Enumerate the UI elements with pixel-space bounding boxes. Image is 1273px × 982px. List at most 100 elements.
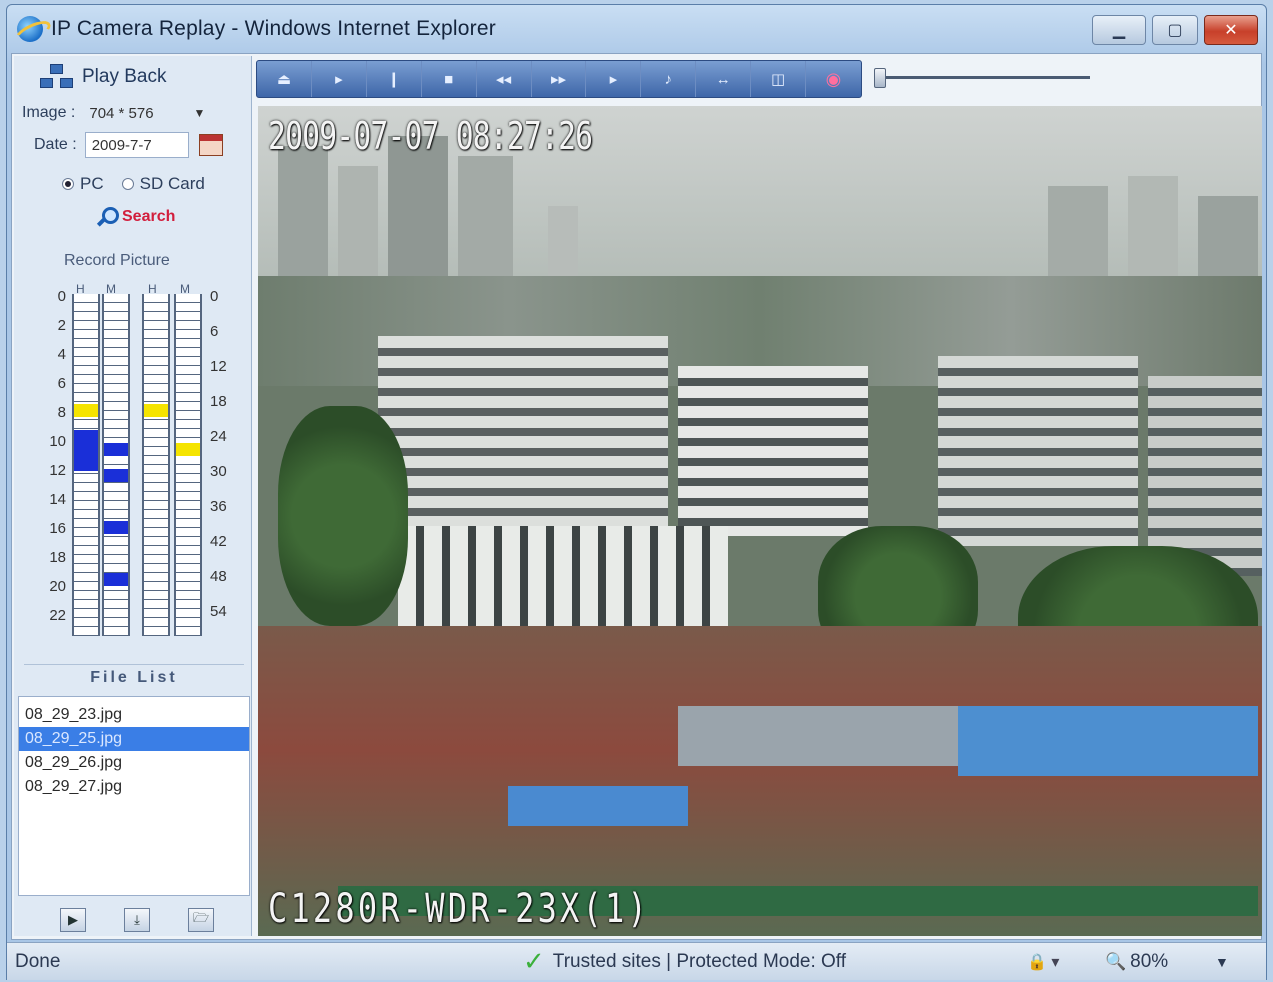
security-zone[interactable]: ✓ Trusted sites | Protected Mode: Off [523, 946, 846, 977]
popup-settings-icon[interactable]: 🔒 ▾ [1027, 952, 1059, 972]
network-cameras-icon [40, 64, 74, 90]
play-file-icon[interactable]: ▶ [60, 908, 86, 932]
timeline-track-m1[interactable] [102, 294, 130, 636]
video-blue-roof [958, 706, 1258, 776]
open-icon[interactable]: ⏏ [257, 61, 312, 97]
file-list-item[interactable]: 08_29_25.jpg [19, 727, 249, 751]
record-icon[interactable]: ◉ [806, 61, 861, 97]
image-size-select[interactable]: 704 * 576 ▼ [83, 100, 211, 126]
video-timestamp: 2009-07-07 08:27:26 [268, 114, 593, 158]
recording-mark[interactable] [104, 443, 128, 456]
playback-header: Play Back [40, 64, 166, 90]
checkmark-icon: ✓ [523, 946, 545, 976]
hour-tick-label: 14 [49, 491, 66, 508]
rewind-icon[interactable]: ◂◂ [477, 61, 532, 97]
pause-icon[interactable]: ❙ [367, 61, 422, 97]
recording-mark[interactable] [176, 443, 200, 456]
hour-tick-label: 20 [49, 578, 66, 595]
file-list-item[interactable]: 08_29_26.jpg [19, 751, 249, 775]
timeline-track-h2[interactable] [142, 294, 170, 636]
title-bar: IP Camera Replay - Windows Internet Expl… [7, 5, 1266, 53]
date-input[interactable]: 2009-7-7 [84, 132, 189, 158]
maximize-button[interactable]: ▢ [1152, 15, 1198, 45]
file-list-item[interactable]: 08_29_27.jpg [19, 775, 249, 799]
recording-mark[interactable] [144, 404, 168, 417]
internet-explorer-icon [17, 16, 43, 42]
hour-tick-label: 22 [49, 607, 66, 624]
zoom-dropdown-icon[interactable]: ▼ [1215, 954, 1229, 970]
recording-mark[interactable] [104, 469, 128, 482]
minimize-button[interactable]: ▁ [1092, 15, 1146, 45]
hour-tick-label: 0 [57, 288, 66, 305]
video-building [678, 366, 868, 536]
search-icon [96, 206, 119, 228]
hour-tick-label: 4 [57, 346, 66, 363]
playback-slider[interactable] [872, 68, 1262, 94]
play-icon[interactable]: ▸ [312, 61, 367, 97]
hour-tick-label: 12 [49, 462, 66, 479]
hour-tick-label: 18 [49, 549, 66, 566]
video-building [398, 526, 728, 636]
minute-tick-label: 36 [210, 498, 227, 515]
security-zone-text: Trusted sites | Protected Mode: Off [552, 950, 847, 972]
slider-thumb[interactable] [874, 68, 886, 88]
fast-forward-icon[interactable]: ▸▸ [532, 61, 587, 97]
camera-label: C1280R-WDR-23X(1) [268, 886, 650, 932]
calendar-icon[interactable] [198, 134, 223, 156]
image-size-row: Image : 704 * 576 ▼ [22, 100, 211, 126]
hour-tick-label: 10 [49, 433, 66, 450]
date-value: 2009-7-7 [91, 136, 152, 154]
volume-icon[interactable]: ♪ [641, 61, 697, 97]
status-text: Done [15, 950, 61, 972]
timeline-track-h1[interactable] [72, 294, 100, 636]
zoom-icon[interactable]: ↔ [696, 61, 752, 97]
timeline-track-m2[interactable] [174, 294, 202, 636]
recording-mark[interactable] [104, 573, 128, 586]
minute-tick-label: 0 [210, 288, 219, 305]
hour-tick-label: 16 [49, 520, 66, 537]
search-button[interactable]: Search [96, 206, 175, 228]
sd-card-radio[interactable] [121, 178, 134, 190]
hour-tick-label: 6 [57, 375, 66, 392]
pc-radio[interactable] [62, 178, 74, 190]
minute-tick-label: 12 [210, 358, 227, 375]
image-size-value: 704 * 576 [89, 104, 154, 122]
file-list-title: File List [24, 664, 244, 688]
minute-tick-label: 54 [210, 603, 227, 620]
slider-track [880, 76, 1090, 79]
minute-tick-label: 24 [210, 428, 227, 445]
file-actions: ▶ ⤓ 🗁 [60, 908, 214, 932]
minute-tick-label: 30 [210, 463, 227, 480]
file-list-item[interactable]: 08_29_23.jpg [19, 703, 249, 727]
zoom-icon: 🔍 [1105, 951, 1127, 971]
date-row: Date : 2009-7-7 [34, 132, 223, 158]
date-label: Date : [34, 136, 77, 153]
zoom-control[interactable]: 🔍 80% [1105, 951, 1168, 973]
download-icon[interactable]: ⤓ [124, 908, 150, 932]
recording-mark[interactable] [74, 430, 98, 471]
window-controls: ▁ ▢ ✕ [1092, 15, 1258, 45]
video-building [678, 706, 978, 766]
hour-tick-label: 8 [57, 404, 66, 421]
snapshot-icon[interactable]: ◫ [751, 61, 807, 97]
storage-radio-group: PC SD Card [62, 174, 205, 194]
status-bar: Done ✓ Trusted sites | Protected Mode: O… [7, 942, 1266, 980]
browser-window: IP Camera Replay - Windows Internet Expl… [6, 4, 1267, 980]
recording-mark[interactable] [74, 404, 98, 417]
minute-tick-label: 6 [210, 323, 219, 340]
playback-panel: Play Back Image : 704 * 576 ▼ Date : 200… [14, 56, 252, 936]
record-picture-title: Record Picture [64, 252, 170, 269]
hour-tick-label: 2 [57, 317, 66, 334]
minute-tick-label: 48 [210, 568, 227, 585]
minute-tick-label: 18 [210, 393, 227, 410]
recording-mark[interactable] [104, 521, 128, 534]
video-blue-roof [508, 786, 688, 826]
file-list[interactable]: 08_29_23.jpg 08_29_25.jpg 08_29_26.jpg 08_2… [18, 696, 250, 896]
stop-icon[interactable]: ■ [422, 61, 477, 97]
next-icon[interactable]: ▸ [586, 61, 642, 97]
playback-title: Play Back [82, 66, 167, 87]
close-button[interactable]: ✕ [1204, 15, 1258, 45]
folder-icon[interactable]: 🗁 [188, 908, 214, 932]
zoom-level: 80% [1130, 950, 1169, 972]
video-trees [278, 406, 408, 626]
